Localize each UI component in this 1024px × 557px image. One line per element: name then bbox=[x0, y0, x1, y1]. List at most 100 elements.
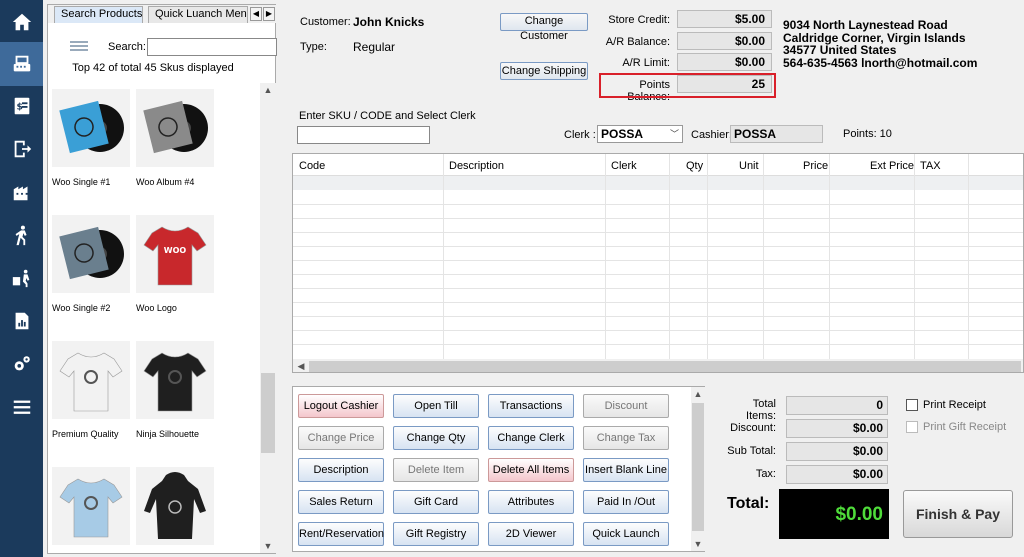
building-icon[interactable] bbox=[0, 170, 43, 214]
product-tabs: Search Products Quick Luanch Menus ◀ ▶ bbox=[48, 5, 277, 23]
product-card[interactable]: Woo Single #2 bbox=[52, 215, 134, 313]
scroll-thumb[interactable] bbox=[309, 361, 1021, 372]
search-input[interactable] bbox=[147, 38, 277, 56]
column-divider bbox=[763, 154, 764, 359]
settings-icon[interactable] bbox=[0, 342, 43, 386]
scroll-up-icon[interactable]: ▲ bbox=[260, 83, 276, 97]
cashier-label: Cashier: bbox=[691, 129, 732, 141]
paid-in-out-button[interactable]: Paid In /Out bbox=[583, 490, 669, 514]
transactions-button[interactable]: Transactions bbox=[488, 394, 574, 418]
column-header-clerk[interactable]: Clerk bbox=[611, 160, 637, 172]
receipt-icon[interactable]: $ bbox=[0, 84, 43, 128]
gift-registry-button[interactable]: Gift Registry bbox=[393, 522, 479, 546]
column-header-ext-price[interactable]: Ext Price bbox=[870, 160, 914, 172]
product-image bbox=[52, 89, 130, 167]
address-line-4: 564-635-4563 lnorth@hotmail.com bbox=[783, 55, 978, 70]
row-divider bbox=[293, 260, 1023, 261]
exit-icon[interactable] bbox=[0, 127, 43, 171]
tab-scroll-left-icon[interactable]: ◀ bbox=[250, 7, 262, 21]
change-tax-button[interactable]: Change Tax bbox=[583, 426, 669, 450]
finish-pay-button[interactable]: Finish & Pay bbox=[903, 490, 1013, 538]
sku-input[interactable] bbox=[297, 126, 430, 144]
clerk-select[interactable]: POSSA ﹀ bbox=[597, 125, 683, 143]
product-card[interactable]: Woo Single #1 bbox=[52, 89, 134, 187]
column-header-qty[interactable]: Qty bbox=[686, 160, 703, 172]
row-divider bbox=[293, 288, 1023, 289]
total-display: $0.00 bbox=[779, 489, 889, 539]
insert-blank-line-button[interactable]: Insert Blank Line bbox=[583, 458, 669, 482]
scroll-down-icon[interactable]: ▼ bbox=[260, 539, 276, 553]
gift-card-button[interactable]: Gift Card bbox=[393, 490, 479, 514]
sales-return-button[interactable]: Sales Return bbox=[298, 490, 384, 514]
product-card[interactable]: Woo Album #4 bbox=[136, 89, 218, 187]
sku-count-text: Top 42 of total 45 Skus displayed bbox=[72, 62, 234, 74]
table-horizontal-scrollbar[interactable]: ◀ bbox=[293, 359, 1023, 372]
sku-entry-label: Enter SKU / CODE and Select Clerk bbox=[299, 110, 476, 122]
discount-button[interactable]: Discount bbox=[583, 394, 669, 418]
clerk-select-value: POSSA bbox=[601, 127, 644, 141]
chevron-down-icon: ﹀ bbox=[669, 129, 679, 139]
product-card[interactable] bbox=[136, 467, 218, 552]
row-divider bbox=[293, 274, 1023, 275]
product-name: Woo Single #1 bbox=[52, 177, 111, 187]
store-credit-label: Store Credit: bbox=[608, 14, 670, 26]
scroll-up-icon[interactable]: ▲ bbox=[691, 387, 705, 401]
scroll-thumb[interactable] bbox=[261, 373, 275, 453]
points-text: Points: 10 bbox=[843, 128, 892, 140]
quick-launch-button[interactable]: Quick Launch bbox=[583, 522, 669, 546]
pos-register-icon[interactable] bbox=[0, 42, 43, 86]
column-header-tax[interactable]: TAX bbox=[920, 160, 941, 172]
sale-items-table[interactable]: Code Description Clerk Qty Unit Price Ex… bbox=[292, 153, 1024, 373]
column-divider bbox=[829, 154, 830, 359]
product-panel: Search Products Quick Luanch Menus ◀ ▶ S… bbox=[47, 4, 277, 554]
tab-quick-launch-menus[interactable]: Quick Luanch Menus bbox=[148, 6, 248, 23]
delete-all-items-button[interactable]: Delete All Items bbox=[488, 458, 574, 482]
change-customer-button[interactable]: Change Customer bbox=[500, 13, 588, 42]
tab-scroll-right-icon[interactable]: ▶ bbox=[263, 7, 275, 21]
description-button[interactable]: Description bbox=[298, 458, 384, 482]
rent-reservation-button[interactable]: Rent/Reservation bbox=[298, 522, 384, 546]
delete-item-button[interactable]: Delete Item bbox=[393, 458, 479, 482]
column-header-price[interactable]: Price bbox=[803, 160, 828, 172]
menu-icon[interactable] bbox=[0, 385, 43, 429]
column-header-description[interactable]: Description bbox=[449, 160, 504, 172]
open-till-button[interactable]: Open Till bbox=[393, 394, 479, 418]
column-divider bbox=[707, 154, 708, 359]
product-name: Premium Quality bbox=[52, 429, 119, 439]
scroll-thumb[interactable] bbox=[692, 403, 704, 531]
product-card[interactable]: WOO Woo Logo bbox=[136, 215, 218, 313]
column-divider bbox=[968, 154, 969, 359]
tab-search-products[interactable]: Search Products bbox=[54, 6, 143, 23]
attributes-button[interactable]: Attributes bbox=[488, 490, 574, 514]
action-panel-scrollbar[interactable]: ▲ ▼ bbox=[691, 387, 705, 551]
list-view-icon[interactable] bbox=[70, 39, 88, 53]
change-qty-button[interactable]: Change Qty bbox=[393, 426, 479, 450]
product-scrollbar[interactable]: ▲ ▼ bbox=[260, 83, 276, 553]
report-chart-icon[interactable] bbox=[0, 299, 43, 343]
product-card[interactable]: Ninja Silhouette bbox=[136, 341, 218, 439]
scroll-left-icon[interactable]: ◀ bbox=[293, 359, 309, 372]
scroll-down-icon[interactable]: ▼ bbox=[691, 537, 705, 551]
print-receipt-checkbox[interactable] bbox=[906, 399, 918, 411]
svg-text:$: $ bbox=[16, 102, 22, 113]
total-items-label: Total Items: bbox=[746, 398, 776, 422]
column-header-unit[interactable]: Unit bbox=[739, 160, 759, 172]
print-gift-receipt-checkbox[interactable] bbox=[906, 421, 918, 433]
column-header-code[interactable]: Code bbox=[299, 160, 325, 172]
column-divider bbox=[669, 154, 670, 359]
delivery-icon[interactable] bbox=[0, 256, 43, 300]
product-card[interactable]: Premium Quality bbox=[52, 341, 134, 439]
change-price-button[interactable]: Change Price bbox=[298, 426, 384, 450]
discount-value: $0.00 bbox=[786, 419, 888, 438]
home-icon[interactable] bbox=[0, 0, 43, 44]
clerk-label: Clerk : bbox=[564, 129, 596, 141]
walking-person-icon[interactable] bbox=[0, 213, 43, 257]
change-clerk-button[interactable]: Change Clerk bbox=[488, 426, 574, 450]
logout-cashier-button[interactable]: Logout Cashier bbox=[298, 394, 384, 418]
2d-viewer-button[interactable]: 2D Viewer bbox=[488, 522, 574, 546]
svg-text:WOO: WOO bbox=[164, 246, 187, 255]
points-balance-highlight bbox=[599, 73, 776, 98]
change-shipping-button[interactable]: Change Shipping bbox=[500, 62, 588, 80]
product-card[interactable] bbox=[52, 467, 134, 552]
row-divider bbox=[293, 204, 1023, 205]
